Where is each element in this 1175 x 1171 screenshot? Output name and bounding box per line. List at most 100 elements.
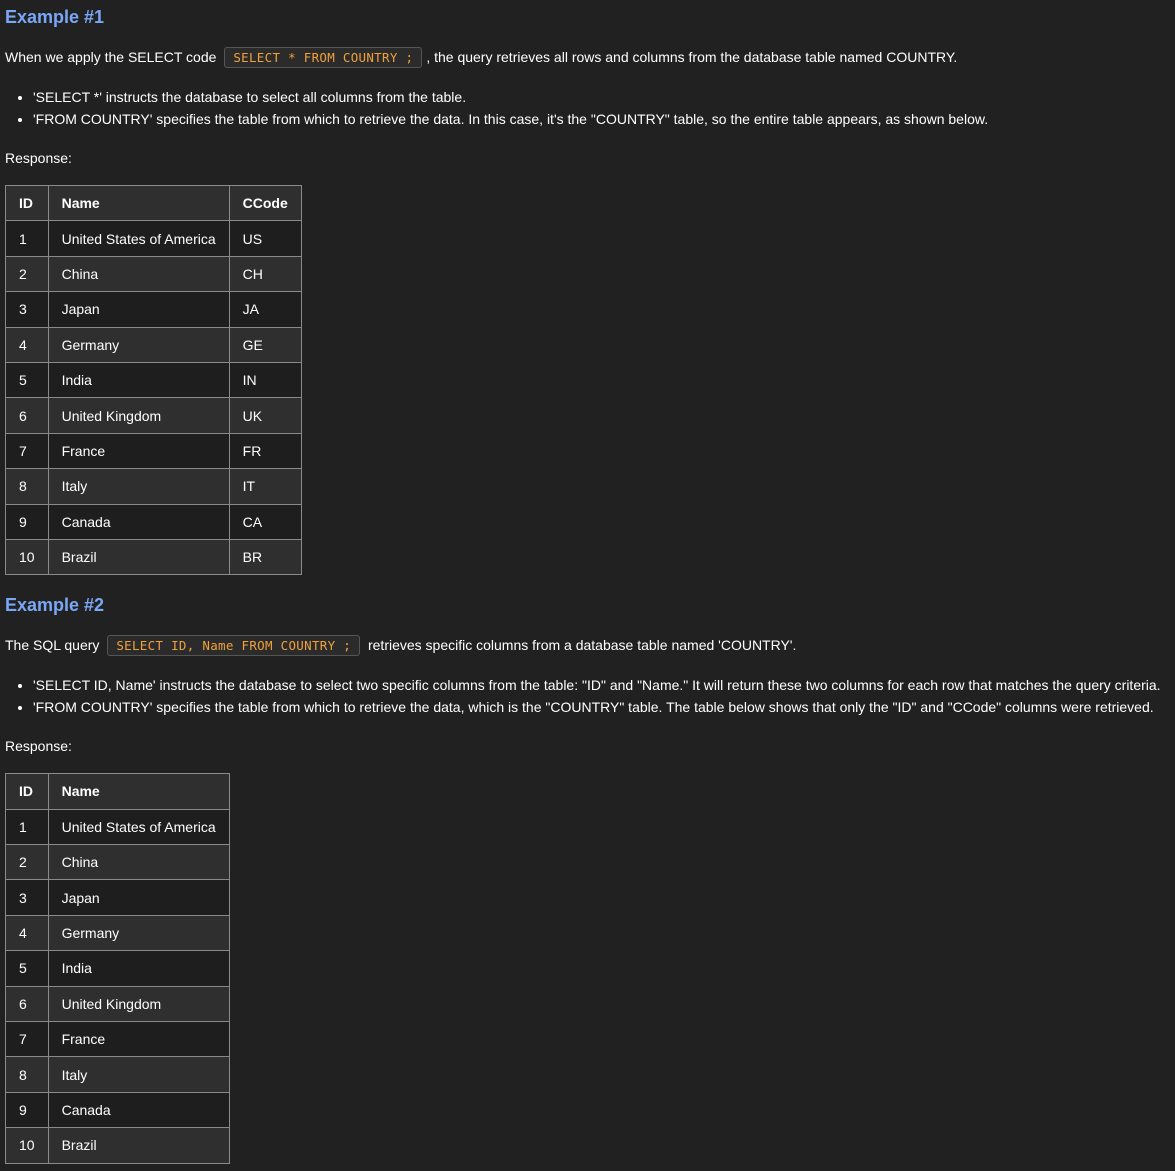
cell-id: 1 [5, 808, 49, 846]
cell-ccode: JA [228, 291, 302, 328]
cell-name: Italy [47, 468, 230, 505]
cell-id: 6 [5, 397, 49, 434]
example-1-heading: Example #1 [5, 7, 105, 27]
page: Example #1 When we apply the SELECT code… [0, 0, 1175, 1164]
sql-code-snippet: SELECT ID, Name FROM COUNTRY ; [107, 635, 361, 657]
cell-id: 2 [5, 844, 49, 881]
cell-id: 9 [5, 1091, 49, 1129]
cell-name: Canada [47, 1091, 230, 1129]
intro-text-after: , the query retrieves all rows and colum… [426, 49, 958, 65]
cell-name: China [47, 255, 230, 293]
cell-ccode: BR [228, 538, 302, 576]
cell-id: 4 [5, 914, 49, 952]
example-1-section: Example #1 When we apply the SELECT code… [5, 0, 1170, 576]
column-header-name: Name [47, 184, 230, 222]
cell-id: 3 [5, 879, 49, 916]
intro-text-after: retrieves specific columns from a databa… [367, 637, 797, 654]
cell-name: China [47, 844, 230, 881]
cell-ccode: US [228, 220, 302, 257]
cell-name: United Kingdom [47, 397, 230, 434]
bullet-item: 'FROM COUNTRY' specifies the table from … [33, 696, 1170, 718]
cell-name: India [47, 950, 230, 987]
cell-name: Japan [47, 879, 230, 916]
example-1-bullet-list: 'SELECT *' instructs the database to sel… [5, 86, 1170, 130]
bullet-item: 'SELECT *' instructs the database to sel… [33, 86, 1170, 108]
column-header-id: ID [5, 184, 49, 222]
cell-id: 5 [5, 361, 49, 399]
table-row: 1 United States of America [5, 808, 230, 846]
table-row: 5 India [5, 950, 230, 987]
table-row: 9 Canada CA [5, 503, 302, 540]
column-header-id: ID [5, 773, 49, 810]
cell-id: 5 [5, 950, 49, 987]
cell-id: 10 [5, 1127, 49, 1164]
table-row: 2 China CH [5, 255, 302, 293]
cell-name: Canada [47, 503, 230, 540]
cell-id: 4 [5, 326, 49, 363]
sql-code-snippet: SELECT * FROM COUNTRY ; [224, 47, 423, 68]
example-2-bullet-list: 'SELECT ID, Name' instructs the database… [5, 674, 1170, 718]
example-2-section: Example #2 The SQL query SELECT ID, Name… [5, 594, 1170, 1164]
example-1-result-table: ID Name CCode 1 United States of America U… [5, 184, 302, 576]
column-header-name: Name [47, 773, 230, 810]
cell-ccode: GE [228, 326, 302, 363]
table-row: 3 Japan [5, 879, 230, 916]
table-row: 6 United Kingdom UK [5, 397, 302, 434]
cell-name: United States of America [47, 220, 230, 257]
table-row: 1 United States of America US [5, 220, 302, 257]
cell-id: 2 [5, 255, 49, 293]
table-row: 4 Germany GE [5, 326, 302, 363]
response-label: Response: [5, 738, 72, 755]
cell-id: 8 [5, 1056, 49, 1093]
cell-id: 8 [5, 468, 49, 505]
table-row: 9 Canada [5, 1091, 230, 1129]
table-row: 10 Brazil BR [5, 538, 302, 576]
cell-name: Germany [47, 914, 230, 952]
cell-id: 1 [5, 220, 49, 257]
table-row: 8 Italy [5, 1056, 230, 1093]
cell-id: 7 [5, 432, 49, 470]
cell-name: Germany [47, 326, 230, 363]
cell-name: United States of America [47, 808, 230, 846]
example-2-heading: Example #2 [5, 595, 105, 616]
cell-name: Italy [47, 1056, 230, 1093]
table-row: 7 France [5, 1021, 230, 1058]
cell-id: 9 [5, 503, 49, 540]
table-row: 8 Italy IT [5, 468, 302, 505]
bullet-item: 'FROM COUNTRY' specifies the table from … [33, 108, 1170, 130]
cell-name: Brazil [47, 538, 230, 576]
intro-text-before: The SQL query [5, 637, 100, 654]
cell-ccode: CH [228, 255, 302, 293]
example-2-result-table: ID Name 1 United States of America 2 China 3… [5, 773, 230, 1164]
table-header-row: ID Name CCode [5, 184, 302, 222]
cell-ccode: UK [228, 397, 302, 434]
cell-id: 7 [5, 1021, 49, 1058]
example-2-intro: The SQL query SELECT ID, Name FROM COUNT… [5, 634, 1170, 657]
table-row: 10 Brazil [5, 1127, 230, 1164]
cell-name: Japan [47, 291, 230, 328]
cell-id: 6 [5, 985, 49, 1023]
table-row: 4 Germany [5, 914, 230, 952]
cell-name: Brazil [47, 1127, 230, 1164]
table-row: 3 Japan JA [5, 291, 302, 328]
cell-ccode: IT [228, 468, 302, 505]
cell-id: 3 [5, 291, 49, 328]
cell-name: India [47, 361, 230, 399]
cell-name: France [47, 1021, 230, 1058]
cell-name: France [47, 432, 230, 470]
bullet-item: 'SELECT ID, Name' instructs the database… [33, 674, 1170, 696]
cell-ccode: FR [228, 432, 302, 470]
column-header-ccode: CCode [228, 184, 302, 222]
table-row: 2 China [5, 844, 230, 881]
example-1-intro: When we apply the SELECT code SELECT * F… [5, 46, 1170, 69]
table-row: 5 India IN [5, 361, 302, 399]
response-label: Response: [5, 150, 72, 166]
table-row: 7 France FR [5, 432, 302, 470]
table-row: 6 United Kingdom [5, 985, 230, 1023]
intro-text-before: When we apply the SELECT code [5, 49, 217, 65]
cell-ccode: CA [228, 503, 302, 540]
cell-id: 10 [5, 538, 49, 576]
table-header-row: ID Name [5, 773, 230, 810]
cell-name: United Kingdom [47, 985, 230, 1023]
cell-ccode: IN [228, 361, 302, 399]
